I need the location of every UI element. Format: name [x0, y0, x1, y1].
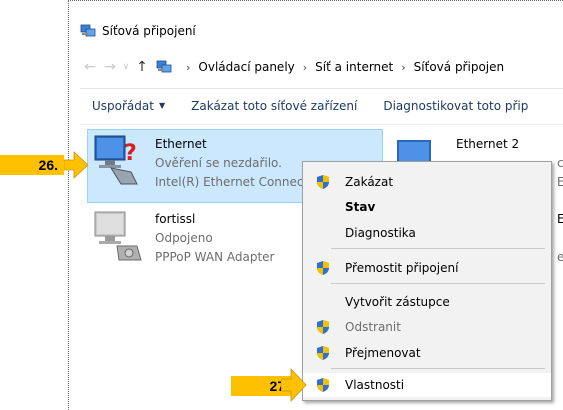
- menu-item-label: Vlastnosti: [345, 378, 405, 392]
- address-divider: [80, 88, 563, 89]
- step-arrow-icon: [281, 367, 307, 403]
- context-menu: Zakázat Stav Diagnostika Přemostit připo…: [302, 161, 552, 401]
- network-connections-icon: [80, 24, 96, 37]
- adapter-ethernet[interactable]: Ethernet Ověření se nezdařilo. Intel(R) …: [155, 135, 304, 192]
- breadcrumb-separator: ›: [302, 60, 308, 74]
- menu-item-diagnostics[interactable]: Diagnostika: [303, 221, 551, 245]
- recent-locations-dropdown[interactable]: ∨: [120, 62, 132, 72]
- uac-shield-icon: [317, 320, 329, 334]
- adapter-status: Ověření se nezdařilo.: [155, 156, 282, 170]
- frame-border-left: [68, 0, 69, 410]
- step-label-26: 26.: [0, 155, 64, 175]
- adapter-fortissl[interactable]: fortissl Odpojeno PPPoP WAN Adapter: [155, 210, 275, 267]
- menu-item-label: Odstranit: [345, 320, 401, 334]
- adapter-partial-text: E: [557, 212, 563, 226]
- breadcrumb-network-connections[interactable]: Síťová připojen: [414, 60, 504, 74]
- menu-separator: [331, 368, 545, 369]
- uac-shield-icon: [317, 175, 329, 189]
- menu-item-label: Přemostit připojení: [345, 261, 459, 275]
- breadcrumb-separator: ›: [186, 60, 191, 74]
- adapter-device: Intel(R) Ethernet Connec: [155, 175, 304, 189]
- disable-device-button[interactable]: Zakázat toto síťové zařízení: [191, 99, 357, 113]
- organize-label: Uspořádat: [92, 99, 154, 113]
- adapter-partial-text: e: [557, 250, 563, 264]
- menu-item-properties[interactable]: Vlastnosti: [303, 373, 551, 397]
- adapter-ethernet-2-partial: c Et: [557, 154, 563, 192]
- menu-separator: [331, 283, 545, 284]
- address-row: ← → ∨ ↑ › Ovládací panely › Síť a intern…: [80, 56, 563, 78]
- menu-item-label: Vytvořit zástupce: [345, 295, 450, 309]
- adapter-status: Odpojeno: [155, 231, 213, 245]
- network-adapter-error-icon[interactable]: ?: [91, 132, 149, 190]
- forward-button[interactable]: →: [100, 59, 120, 75]
- menu-item-label: Přejmenovat: [345, 346, 421, 360]
- menu-separator: [331, 248, 545, 249]
- menu-item-rename[interactable]: Přejmenovat: [303, 341, 551, 365]
- adapter-name: Ethernet: [155, 137, 207, 151]
- step-arrow-icon: [64, 151, 89, 179]
- breadcrumb-separator: ›: [401, 60, 406, 74]
- window-title: Síťová připojení: [102, 24, 196, 38]
- uac-shield-icon: [317, 378, 329, 392]
- uac-shield-icon: [317, 346, 329, 360]
- svg-text:?: ?: [124, 141, 137, 166]
- caret-down-icon: ▼: [158, 101, 166, 110]
- menu-item-status[interactable]: Stav: [303, 195, 551, 219]
- menu-item-label: Zakázat: [345, 175, 394, 189]
- up-button[interactable]: ↑: [132, 59, 152, 75]
- window-title-bar: Síťová připojení: [80, 22, 196, 40]
- adapter-name: fortissl: [155, 212, 196, 226]
- menu-item-bridge[interactable]: Přemostit připojení: [303, 256, 551, 280]
- adapter-partial-right: E e: [557, 210, 563, 267]
- menu-item-label: Diagnostika: [345, 226, 416, 240]
- menu-item-delete: Odstranit: [303, 315, 551, 339]
- menu-item-label: Stav: [345, 200, 376, 214]
- diagnose-button[interactable]: Diagnostikovat toto přip: [383, 99, 528, 113]
- vpn-adapter-icon[interactable]: [91, 208, 149, 266]
- uac-shield-icon: [317, 261, 329, 275]
- adapter-partial-text: Et: [557, 175, 563, 189]
- menu-item-create-shortcut[interactable]: Vytvořit zástupce: [303, 290, 551, 314]
- adapter-partial-text: c: [557, 156, 563, 170]
- organize-button[interactable]: Uspořádat ▼: [92, 99, 165, 113]
- menu-item-disable[interactable]: Zakázat: [303, 170, 551, 194]
- breadcrumb-network-internet[interactable]: Síť a internet: [315, 60, 393, 74]
- breadcrumb-control-panel[interactable]: Ovládací panely: [198, 60, 294, 74]
- frame-border-top: [68, 0, 563, 1]
- toolbar-divider: [80, 124, 563, 125]
- back-button[interactable]: ←: [80, 59, 100, 75]
- address-bar[interactable]: › Ovládací panely › Síť a internet › Síť…: [156, 60, 504, 74]
- command-bar: Uspořádat ▼ Zakázat toto síťové zařízení …: [92, 96, 563, 116]
- adapter-device: PPPoP WAN Adapter: [155, 250, 275, 264]
- adapter-name: Ethernet 2: [456, 137, 520, 151]
- control-panel-icon: [156, 60, 172, 73]
- adapter-ethernet-2[interactable]: Ethernet 2: [456, 135, 519, 154]
